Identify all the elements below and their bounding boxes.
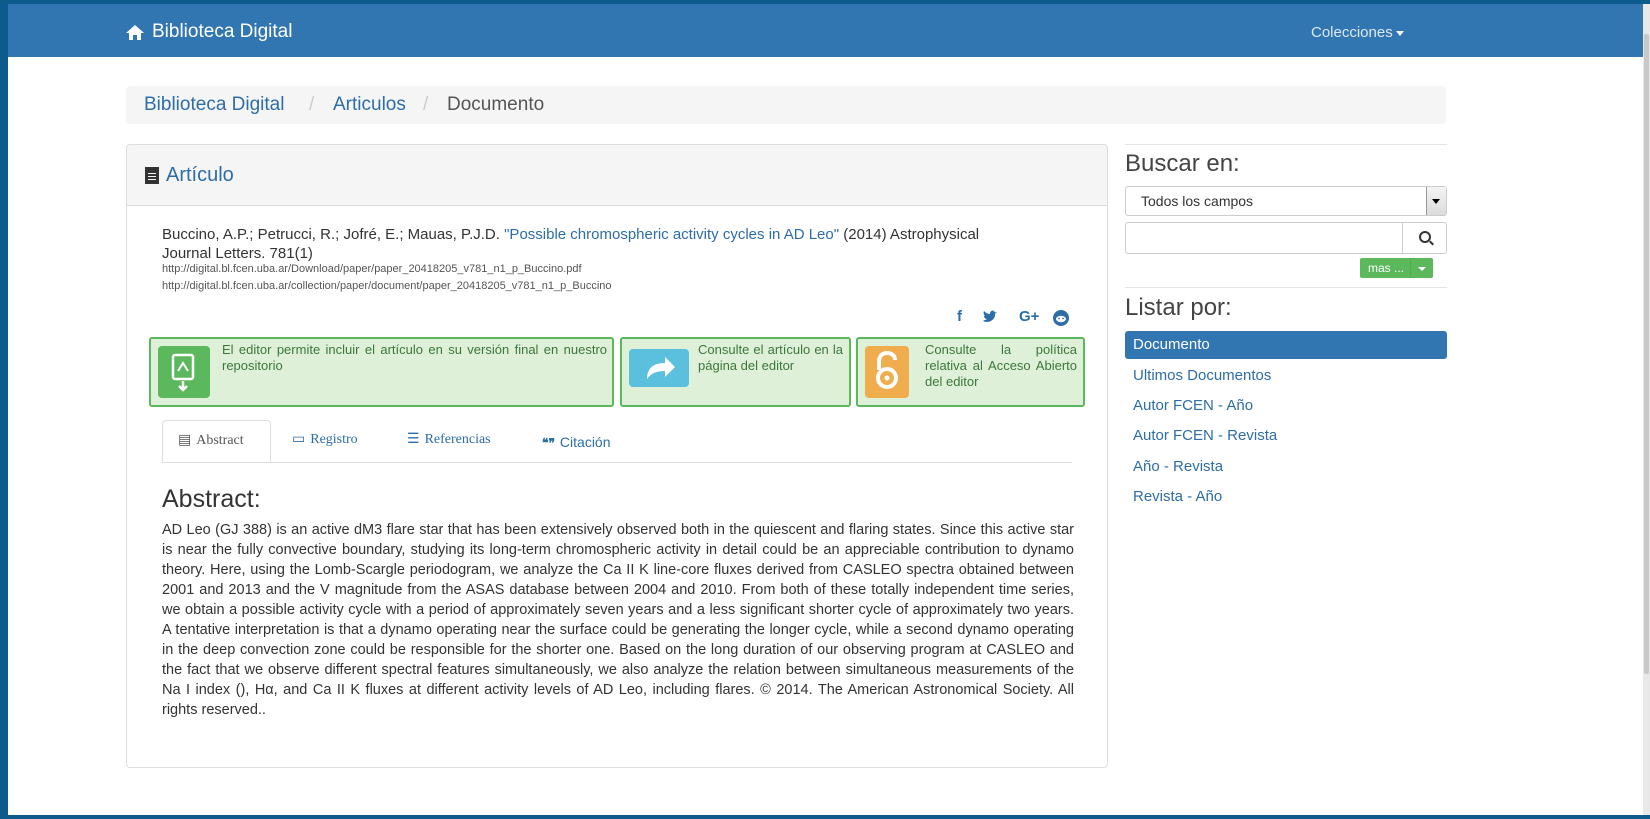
search-heading: Buscar en: — [1125, 150, 1240, 177]
open-access-icon — [865, 346, 909, 398]
tab-registro[interactable]: ▭ Registro — [292, 420, 358, 462]
tab-referencias[interactable]: ☰ Referencias — [407, 420, 491, 462]
breadcrumb-current: Documento — [447, 94, 545, 115]
abstract-heading: Abstract: — [162, 485, 261, 513]
open-access-policy-box[interactable]: Consulte la política relativa al Acceso … — [856, 337, 1085, 407]
tab-referencias-label: Referencias — [424, 432, 491, 447]
article-panel: Artículo Buccino, A.P.; Petrucci, R.; Jo… — [126, 144, 1108, 768]
search-icon — [1419, 231, 1431, 243]
brand-link[interactable]: Biblioteca Digital — [125, 21, 292, 43]
search-input[interactable] — [1125, 222, 1403, 254]
citation-title-link[interactable]: "Possible chromospheric activity cycles … — [504, 226, 839, 243]
citation-journal: (2014) Astrophysical — [843, 226, 980, 243]
colecciones-dropdown[interactable]: Colecciones — [1311, 24, 1404, 41]
list-alt-icon: ▭ — [292, 432, 306, 447]
brand-label: Biblioteca Digital — [152, 21, 293, 42]
repository-permission-text: El editor permite incluir el artículo en… — [222, 342, 607, 373]
sidebar-divider — [1125, 144, 1447, 145]
citation: Buccino, A.P.; Petrucci, R.; Jofré, E.; … — [162, 225, 1092, 263]
pdf-download-icon — [158, 346, 210, 398]
share-arrow-icon — [629, 349, 689, 387]
file-text-icon: ▤ — [178, 433, 192, 448]
twitter-icon[interactable] — [982, 310, 998, 324]
publisher-page-text: Consulte el artículo en la página del ed… — [698, 342, 843, 373]
document-icon — [145, 167, 159, 184]
open-access-policy-text: Consulte la política relativa al Acceso … — [925, 342, 1077, 389]
list-item-documento[interactable]: Documento — [1125, 331, 1447, 359]
download-url-link[interactable]: http://digital.bl.fcen.uba.ar/Download/p… — [162, 263, 582, 275]
breadcrumb-articulos[interactable]: Articulos — [333, 86, 406, 124]
search-field-value: Todos los campos — [1141, 193, 1254, 209]
tab-abstract-label: Abstract — [196, 433, 244, 448]
list-heading: Listar por: — [1125, 294, 1232, 321]
breadcrumb-separator: / — [423, 94, 429, 115]
tab-abstract[interactable]: ▤ Abstract — [162, 420, 271, 462]
reddit-icon[interactable] — [1053, 310, 1069, 326]
breadcrumb-home[interactable]: Biblioteca Digital — [144, 86, 284, 124]
scrollbar-thumb[interactable] — [1644, 34, 1649, 674]
select-arrow-icon — [1426, 187, 1446, 215]
home-icon — [126, 24, 144, 40]
tab-citacion-label: Citación — [559, 434, 611, 450]
abstract-text: AD Leo (GJ 388) is an active dM3 flare s… — [162, 522, 1074, 718]
tab-bar: ▤ Abstract ▭ Registro ☰ Referencias ❝❞ Citac… — [162, 420, 1072, 463]
list-item-autor-revista[interactable]: Autor FCEN - Revista — [1125, 422, 1447, 450]
citation-journal-cont: Journal Letters. 781(1) — [162, 245, 313, 262]
caret-down-icon — [1395, 30, 1404, 36]
google-plus-icon[interactable]: G+ — [1019, 308, 1039, 325]
breadcrumb-separator: / — [309, 94, 315, 115]
list-item-ultimos-documentos[interactable]: Ultimos Documentos — [1125, 362, 1447, 390]
citation-authors: Buccino, A.P.; Petrucci, R.; Jofré, E.; … — [162, 226, 500, 243]
list-item-autor-ano[interactable]: Autor FCEN - Año — [1125, 392, 1447, 420]
page-frame: Biblioteca Digital Colecciones Bibliotec… — [8, 4, 1643, 815]
mas-split-button[interactable]: mas ... — [1360, 258, 1434, 278]
repository-permission-box: El editor permite incluir el artículo en… — [149, 337, 614, 407]
panel-title-label: Artículo — [166, 164, 234, 186]
quote-icon: ❝❞ — [542, 436, 555, 450]
search-field-select[interactable]: Todos los campos — [1125, 186, 1447, 216]
list-item-ano-revista[interactable]: Año - Revista — [1125, 453, 1447, 481]
panel-heading: Artículo — [127, 145, 1107, 206]
breadcrumb: Biblioteca Digital / Articulos / Documen… — [126, 86, 1446, 124]
facebook-icon[interactable]: f — [957, 308, 962, 325]
navbar: Biblioteca Digital Colecciones — [8, 4, 1643, 57]
sidebar-divider — [1125, 287, 1447, 288]
tab-citacion[interactable]: ❝❞ Citación — [542, 422, 611, 464]
list-icon: ☰ — [407, 432, 420, 447]
list-item-revista-ano[interactable]: Revista - Año — [1125, 483, 1447, 511]
panel-title: Artículo — [145, 164, 234, 187]
search-button[interactable] — [1402, 222, 1447, 254]
publisher-page-box[interactable]: Consulte el artículo en la página del ed… — [620, 337, 851, 407]
scrollbar[interactable] — [1643, 4, 1650, 815]
tab-registro-label: Registro — [310, 432, 358, 447]
colecciones-label: Colecciones — [1311, 24, 1393, 41]
caret-down-icon[interactable] — [1411, 258, 1433, 278]
collection-url-link[interactable]: http://digital.bl.fcen.uba.ar/collection… — [162, 280, 612, 292]
mas-button-label[interactable]: mas ... — [1360, 258, 1412, 278]
